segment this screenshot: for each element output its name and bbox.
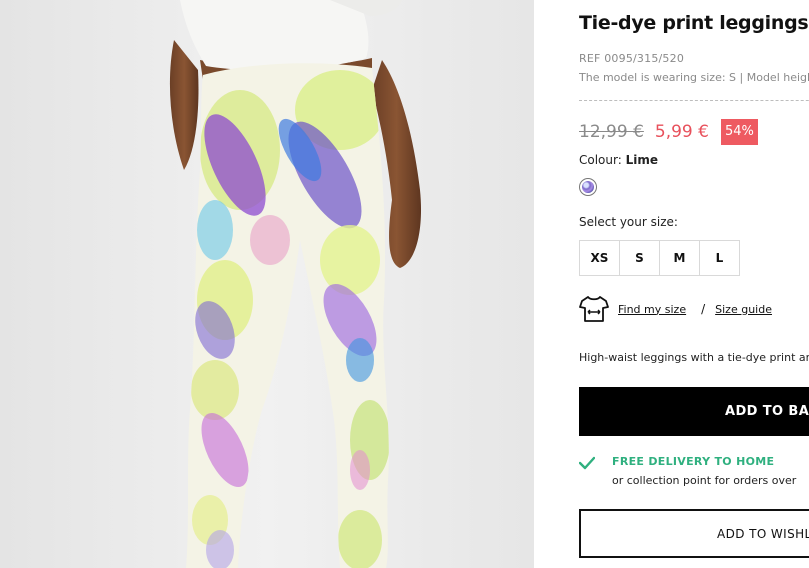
size-option-m[interactable]: M — [659, 240, 700, 276]
product-description: High-waist leggings with a tie-dye print… — [579, 351, 809, 364]
product-title: Tie-dye print leggings — [579, 12, 809, 34]
size-option-l[interactable]: L — [699, 240, 740, 276]
sale-price: 5,99 € — [654, 122, 709, 142]
add-to-basket-button[interactable]: ADD TO BASKET — [579, 387, 809, 436]
delivery-detail: or collection point for orders over — [612, 474, 797, 487]
separator: / — [701, 302, 706, 316]
size-guide-link[interactable]: Size guide — [715, 303, 772, 316]
divider — [579, 100, 809, 101]
add-to-wishlist-button[interactable]: ADD TO WISHLIST — [579, 509, 809, 558]
tshirt-icon — [579, 296, 609, 322]
product-ref: REF 0095/315/520 — [579, 52, 685, 65]
size-label: Select your size: — [579, 215, 678, 229]
old-price: 12,99 € — [579, 122, 644, 142]
delivery-headline: FREE DELIVERY TO HOME — [612, 455, 775, 468]
colour-label-text: Colour: — [579, 153, 622, 167]
product-image[interactable] — [0, 0, 534, 568]
price-row: 12,99 € 5,99 € 54% — [579, 119, 758, 145]
swatch-fill — [582, 181, 594, 193]
size-option-s[interactable]: S — [619, 240, 660, 276]
find-my-size-link[interactable]: Find my size — [618, 303, 686, 316]
size-option-xs[interactable]: XS — [579, 240, 620, 276]
colour-swatch-lime[interactable] — [579, 178, 597, 196]
leggings-photo — [0, 0, 534, 568]
size-selector: XS S M L — [579, 240, 740, 276]
product-details: Tie-dye print leggings REF 0095/315/520 … — [579, 0, 809, 568]
model-info: The model is wearing size: S | Model hei… — [579, 71, 809, 84]
discount-badge: 54% — [720, 119, 758, 145]
check-icon — [579, 456, 595, 470]
colour-label: Colour: Lime — [579, 153, 658, 167]
colour-value: Lime — [625, 153, 659, 167]
wishlist-label: ADD TO WISHLIST — [717, 526, 809, 541]
size-help: Find my size / Size guide — [579, 295, 772, 323]
